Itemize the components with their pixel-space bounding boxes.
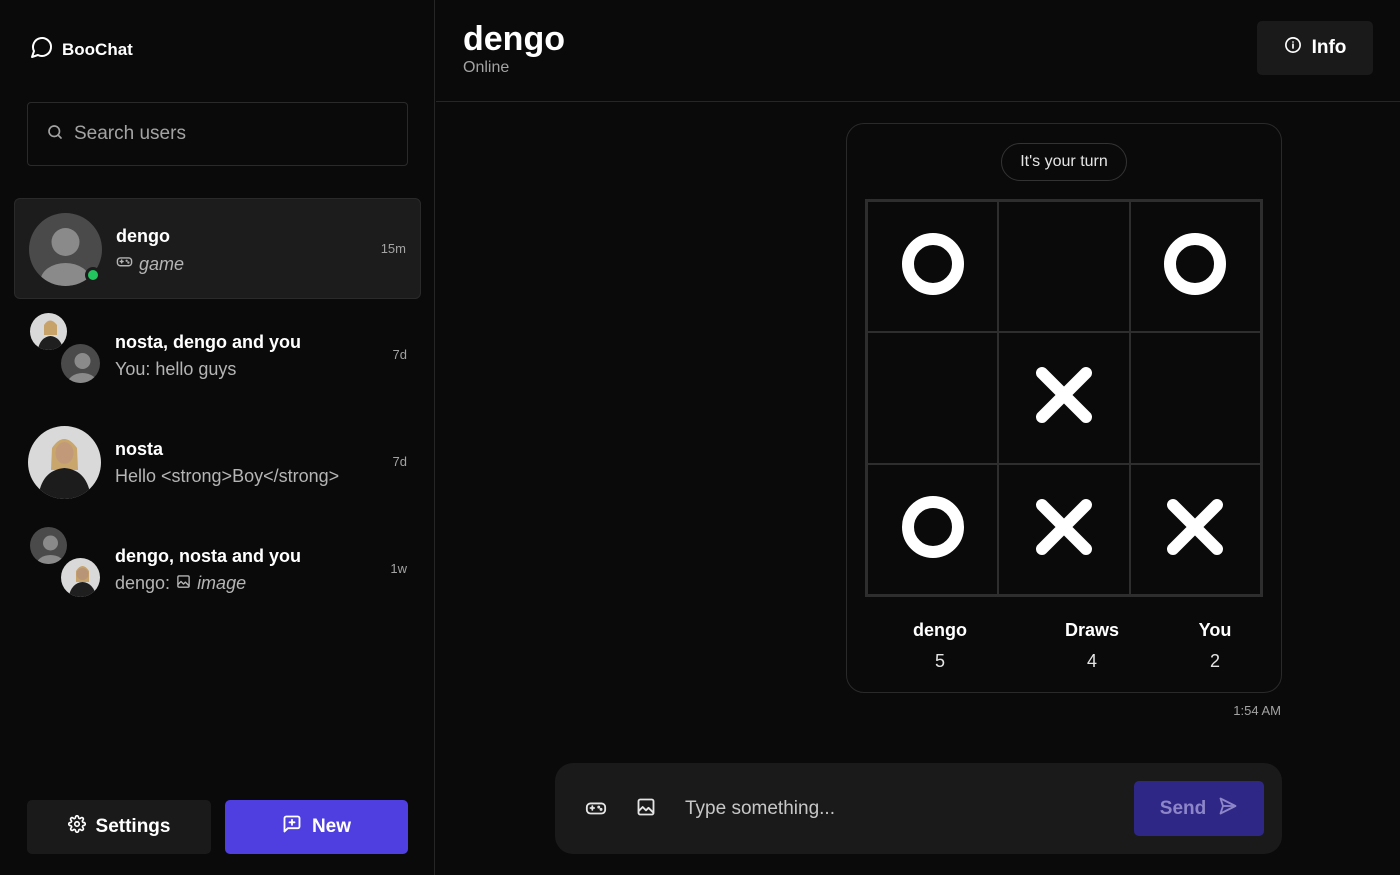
conversation-name: nosta, dengo and you [115,332,302,352]
score-label: You [1198,620,1232,640]
score-draws: Draws 4 [1032,620,1152,672]
message-plus-icon [282,814,302,840]
info-button[interactable]: Info [1257,21,1373,75]
avatar-nosta [59,556,102,599]
conversation-preview: dengo: image [115,573,247,594]
conversation-preview: You: hello guys [115,359,237,379]
board-cell-1[interactable] [998,201,1130,333]
score-you: You 2 [1155,620,1275,672]
conversation-preview: Hello <strong>Boy</strong> [115,466,340,486]
conversation-time: 7d [392,454,407,469]
search-input[interactable] [74,123,374,145]
board-cell-0[interactable] [867,201,999,333]
circle-mark-icon [900,231,966,302]
score-value: 5 [934,651,945,671]
board-cell-2[interactable] [1129,201,1261,333]
settings-button[interactable]: Settings [27,800,211,854]
conversation-name: dengo [116,226,170,246]
avatar-nosta [28,311,69,352]
conversation-time: 1w [390,561,407,576]
conversation-item-group-nosta-dengo[interactable]: nosta, dengo and you You: hello guys 7d [14,305,421,406]
conversation-name: nosta [115,439,164,459]
avatar-nosta [28,426,101,499]
brand[interactable]: BooChat [30,35,133,64]
message-composer: Send [555,763,1282,854]
chat-bubble-icon [30,35,54,64]
avatar-dengo [28,525,69,566]
chat-header: dengo Online Info [436,0,1400,102]
search-icon [46,123,64,146]
game-board [865,199,1263,597]
conversation-item-dengo[interactable]: dengo game 15m [14,198,421,299]
conversation-time: 7d [392,347,407,362]
conversation-time: 15m [380,241,406,256]
image-icon[interactable] [636,797,656,822]
gamepad-icon [116,253,133,275]
gamepad-icon[interactable] [585,797,607,824]
brand-name: BooChat [62,39,133,59]
image-icon [176,573,191,594]
board-cell-4[interactable] [998,332,1130,464]
score-value: 2 [1209,651,1220,671]
conversation-preview: game [116,253,184,275]
conversation-item-nosta[interactable]: nosta Hello <strong>Boy</strong> 7d [14,412,421,513]
new-chat-button[interactable]: New [225,800,408,854]
circle-mark-icon [900,494,966,565]
score-label: dengo [913,620,967,640]
message-input[interactable] [685,793,1125,825]
conversation-item-group-dengo-nosta[interactable]: dengo, nosta and you dengo: image 1w [14,519,421,620]
info-label: Info [1311,37,1347,58]
board-cell-3[interactable] [867,332,999,464]
cross-mark-icon [1033,364,1095,431]
tic-tac-toe-card: It's your turn dengo 5 Draws 4 You 2 [846,123,1282,693]
chat-title: dengo [463,20,565,58]
turn-indicator: It's your turn [1001,143,1127,181]
sidebar: BooChat dengo game 15m nosta, dengo and … [0,0,435,875]
cross-mark-icon [1033,496,1095,563]
circle-mark-icon [1162,231,1228,302]
score-dengo: dengo 5 [880,620,1000,672]
send-button[interactable]: Send [1134,781,1264,836]
settings-label: Settings [95,816,171,837]
search-box[interactable] [27,102,408,166]
score-value: 4 [1086,651,1097,671]
send-icon [1218,796,1238,822]
send-label: Send [1159,797,1207,819]
message-time: 1:54 AM [1233,703,1281,718]
board-cell-5[interactable] [1129,332,1261,464]
cross-mark-icon [1164,496,1226,563]
online-indicator [85,267,101,283]
board-cell-7[interactable] [998,463,1130,595]
conversation-name: dengo, nosta and you [115,546,302,566]
gear-icon [67,814,86,839]
new-label: New [311,816,352,837]
board-cell-8[interactable] [1129,463,1261,595]
board-cell-6[interactable] [867,463,999,595]
avatar-dengo [59,342,102,385]
score-label: Draws [1064,620,1120,640]
chat-status: Online [463,59,510,76]
info-icon [1284,36,1302,60]
